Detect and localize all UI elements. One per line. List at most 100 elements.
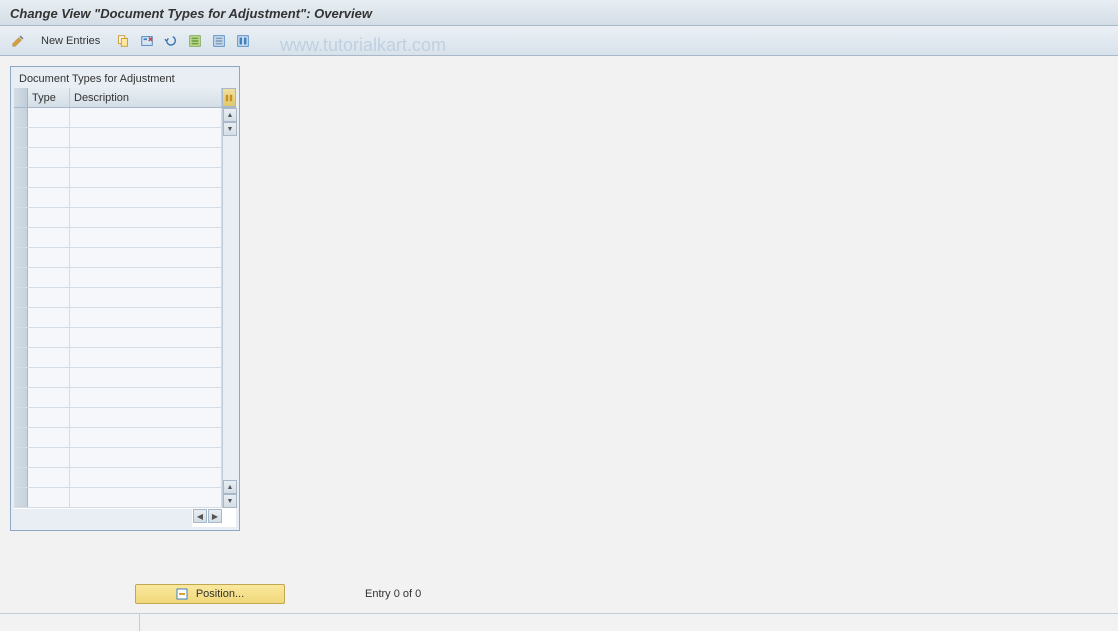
delete-button[interactable] <box>137 31 157 51</box>
cell-description[interactable] <box>70 128 222 147</box>
configure-button[interactable] <box>233 31 253 51</box>
row-selector[interactable] <box>14 268 28 287</box>
cell-description[interactable] <box>70 108 222 127</box>
table-row <box>14 408 222 428</box>
select-all-icon <box>188 34 202 48</box>
row-selector[interactable] <box>14 168 28 187</box>
cell-description[interactable] <box>70 368 222 387</box>
new-entries-button[interactable]: New Entries <box>32 31 109 51</box>
bottom-area: Position... Entry 0 of 0 <box>0 579 1118 609</box>
table-grid: Type Description ▲ ▼ <box>14 88 236 527</box>
row-selector[interactable] <box>14 248 28 267</box>
delete-icon <box>140 34 154 48</box>
cell-description[interactable] <box>70 388 222 407</box>
cell-type[interactable] <box>28 188 70 207</box>
row-selector[interactable] <box>14 228 28 247</box>
cell-type[interactable] <box>28 468 70 487</box>
undo-button[interactable] <box>161 31 181 51</box>
cell-description[interactable] <box>70 408 222 427</box>
cell-description[interactable] <box>70 228 222 247</box>
row-selector[interactable] <box>14 488 28 507</box>
scroll-up-button-2[interactable]: ▲ <box>223 480 237 494</box>
cell-type[interactable] <box>28 128 70 147</box>
table-row <box>14 488 222 508</box>
row-selector[interactable] <box>14 328 28 347</box>
horizontal-scroll-area: ◀ ▶ <box>14 509 236 527</box>
cell-type[interactable] <box>28 408 70 427</box>
cell-type[interactable] <box>28 488 70 507</box>
row-selector[interactable] <box>14 388 28 407</box>
cell-type[interactable] <box>28 108 70 127</box>
select-all-button[interactable] <box>185 31 205 51</box>
cell-type[interactable] <box>28 428 70 447</box>
cell-description[interactable] <box>70 148 222 167</box>
row-selector[interactable] <box>14 108 28 127</box>
cell-description[interactable] <box>70 208 222 227</box>
cell-type[interactable] <box>28 368 70 387</box>
cell-type[interactable] <box>28 348 70 367</box>
row-selector[interactable] <box>14 148 28 167</box>
cell-type[interactable] <box>28 148 70 167</box>
cell-description[interactable] <box>70 468 222 487</box>
scroll-up-button[interactable]: ▲ <box>223 108 237 122</box>
row-selector[interactable] <box>14 408 28 427</box>
column-header-description[interactable]: Description <box>70 88 222 107</box>
cell-type[interactable] <box>28 388 70 407</box>
cell-description[interactable] <box>70 308 222 327</box>
cell-description[interactable] <box>70 288 222 307</box>
table-row <box>14 248 222 268</box>
row-selector[interactable] <box>14 468 28 487</box>
cell-description[interactable] <box>70 448 222 467</box>
cell-description[interactable] <box>70 168 222 187</box>
hscroll-track[interactable] <box>14 509 192 527</box>
row-selector[interactable] <box>14 308 28 327</box>
cell-description[interactable] <box>70 328 222 347</box>
table-row <box>14 328 222 348</box>
cell-type[interactable] <box>28 168 70 187</box>
cell-type[interactable] <box>28 448 70 467</box>
cell-type[interactable] <box>28 228 70 247</box>
row-selector[interactable] <box>14 128 28 147</box>
row-selector-header[interactable] <box>14 88 28 107</box>
cell-type[interactable] <box>28 268 70 287</box>
row-selector[interactable] <box>14 188 28 207</box>
row-selector[interactable] <box>14 368 28 387</box>
cell-description[interactable] <box>70 428 222 447</box>
cell-description[interactable] <box>70 188 222 207</box>
row-selector[interactable] <box>14 348 28 367</box>
column-config-button[interactable] <box>222 88 236 107</box>
cell-description[interactable] <box>70 348 222 367</box>
toggle-edit-button[interactable] <box>8 31 28 51</box>
copy-button[interactable] <box>113 31 133 51</box>
scroll-right-button[interactable]: ▶ <box>208 509 222 523</box>
new-entries-label: New Entries <box>41 35 100 47</box>
table-row <box>14 428 222 448</box>
scroll-down-button-2[interactable]: ▼ <box>223 494 237 508</box>
row-selector[interactable] <box>14 288 28 307</box>
position-button[interactable]: Position... <box>135 584 285 604</box>
cell-description[interactable] <box>70 488 222 507</box>
cell-description[interactable] <box>70 248 222 267</box>
cell-description[interactable] <box>70 268 222 287</box>
cell-type[interactable] <box>28 208 70 227</box>
row-selector[interactable] <box>14 448 28 467</box>
row-selector[interactable] <box>14 428 28 447</box>
cell-type[interactable] <box>28 308 70 327</box>
table-row <box>14 208 222 228</box>
vertical-scrollbar[interactable]: ▲ ▼ ▲ ▼ <box>222 108 236 508</box>
row-selector[interactable] <box>14 208 28 227</box>
title-bar: Change View "Document Types for Adjustme… <box>0 0 1118 26</box>
table-row <box>14 148 222 168</box>
cell-type[interactable] <box>28 328 70 347</box>
cell-type[interactable] <box>28 248 70 267</box>
table-rows <box>14 108 222 508</box>
page-title: Change View "Document Types for Adjustme… <box>10 6 372 21</box>
table-header: Type Description <box>14 88 236 108</box>
scroll-down-button[interactable]: ▼ <box>223 122 237 136</box>
column-header-type[interactable]: Type <box>28 88 70 107</box>
scroll-left-button[interactable]: ◀ <box>193 509 207 523</box>
deselect-all-button[interactable] <box>209 31 229 51</box>
table-row <box>14 188 222 208</box>
cell-type[interactable] <box>28 288 70 307</box>
position-icon <box>176 587 190 601</box>
